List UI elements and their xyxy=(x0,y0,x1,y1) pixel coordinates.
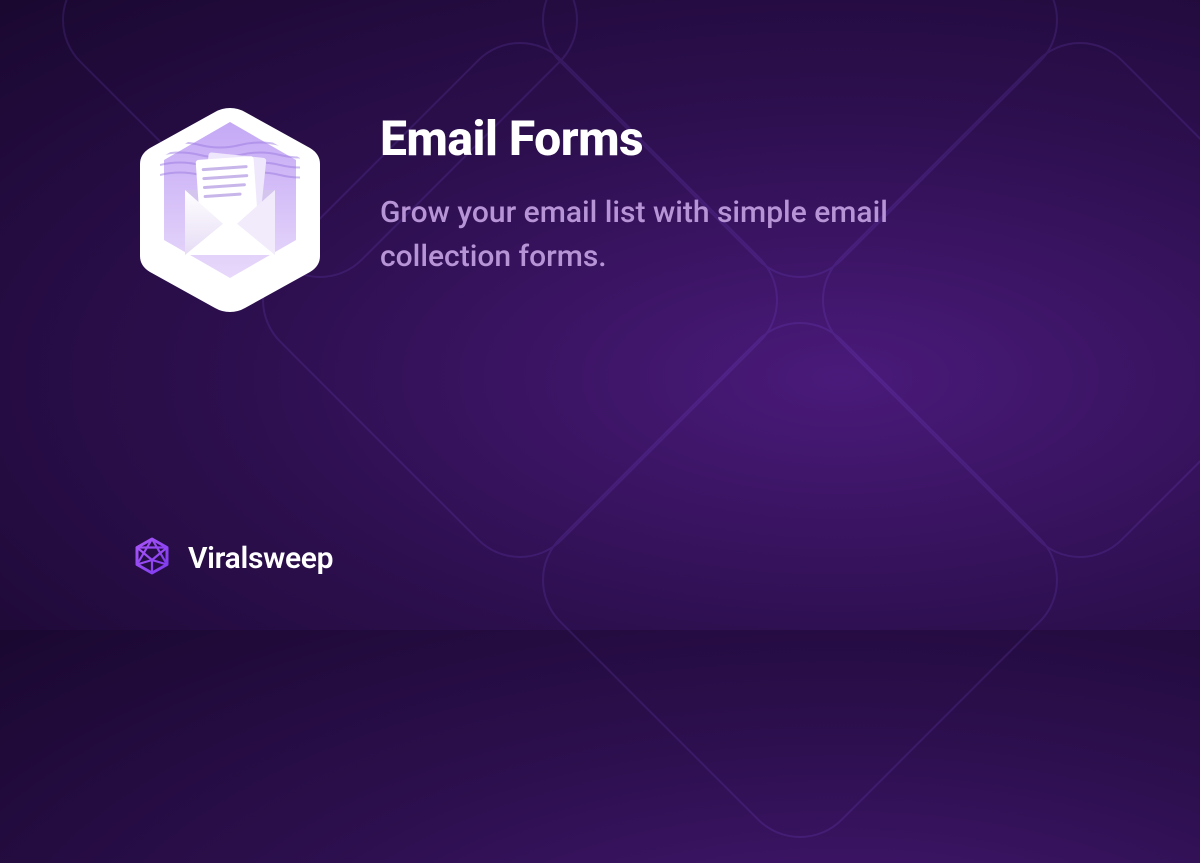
brand-name: Viralsweep xyxy=(188,541,333,576)
brand-logo: Viralsweep xyxy=(130,536,1100,580)
page-subtitle: Grow your email list with simple email c… xyxy=(380,191,1020,278)
viralsweep-icon xyxy=(130,536,174,580)
email-forms-icon xyxy=(130,100,330,320)
page-title: Email Forms xyxy=(380,110,1020,167)
